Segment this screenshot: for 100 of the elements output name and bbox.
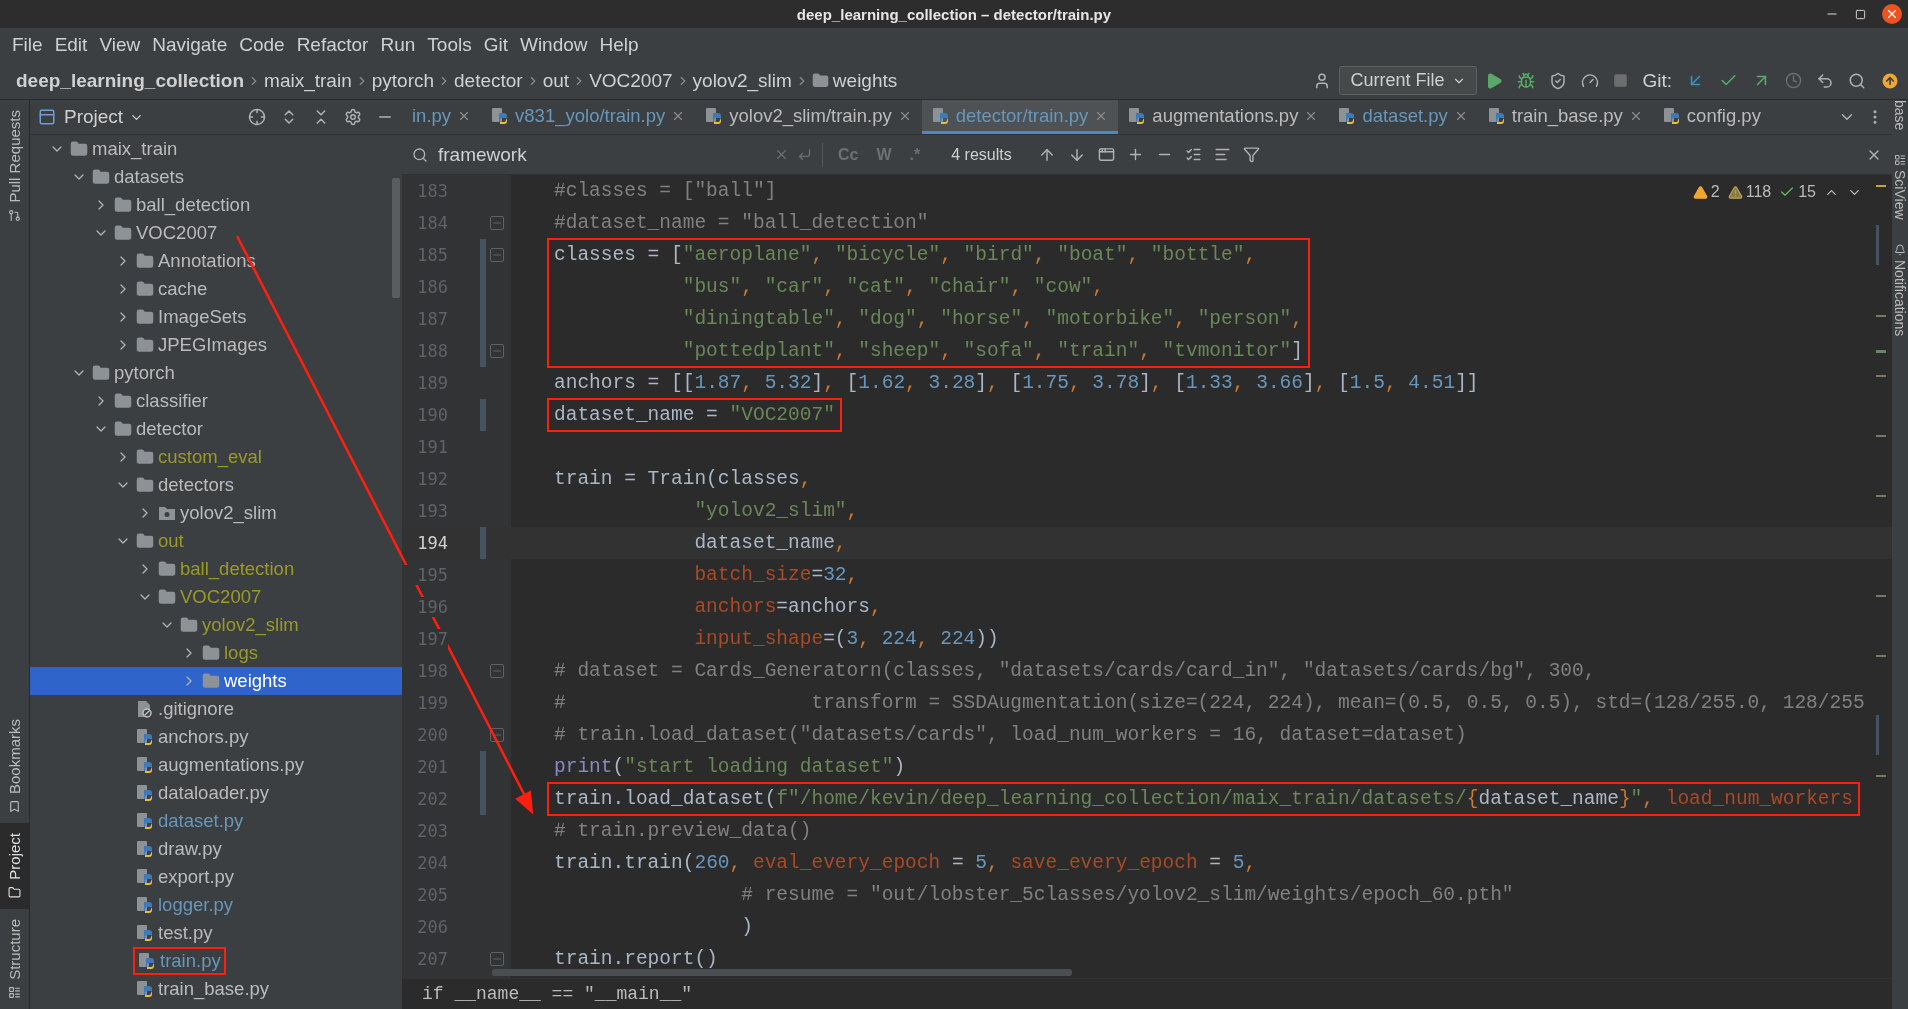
tool-window-tab[interactable]: Structure	[0, 909, 29, 1009]
tool-window-tab[interactable]: Bookmarks	[0, 709, 29, 824]
scrollbar-thumb[interactable]	[492, 969, 1072, 976]
change-marker[interactable]	[480, 527, 486, 559]
tree-item[interactable]: ImageSets	[30, 303, 402, 331]
close-icon	[1885, 7, 1899, 21]
scrollbar-thumb[interactable]	[392, 178, 400, 298]
run-config-dropdown[interactable]: Current File	[1339, 66, 1478, 95]
menu-item[interactable]: Run	[374, 34, 422, 56]
change-marker[interactable]	[480, 239, 486, 271]
close-button[interactable]	[1882, 4, 1902, 24]
editor-tab[interactable]: train_base.py	[1477, 100, 1653, 134]
tree-item[interactable]: detector	[30, 415, 402, 443]
tree-item[interactable]: weights	[30, 667, 402, 695]
breadcrumb-item[interactable]: pytorch	[371, 69, 435, 92]
coverage-icon[interactable]	[1549, 71, 1568, 90]
rollback-icon[interactable]	[1816, 71, 1834, 90]
maximize-icon[interactable]	[1855, 8, 1866, 20]
folder-icon	[92, 364, 110, 382]
change-marker[interactable]	[480, 335, 486, 367]
tree-item[interactable]: yolov2_slim	[30, 611, 402, 639]
tree-item[interactable]: train_base.py	[30, 975, 402, 1003]
search-icon[interactable]	[1848, 71, 1866, 90]
annotation-box: train.py	[136, 950, 223, 972]
menu-item[interactable]: Tools	[421, 34, 478, 56]
menu-item[interactable]: Refactor	[290, 34, 375, 56]
tree-item[interactable]: maix_train	[30, 135, 402, 163]
editor-tab[interactable]: dataset.py	[1328, 100, 1478, 134]
tree-item[interactable]: cache	[30, 275, 402, 303]
breadcrumb-item[interactable]: maix_train	[264, 69, 352, 92]
breadcrumb-item[interactable]: yolov2_slim	[692, 69, 792, 92]
tree-item[interactable]: dataloader.py	[30, 779, 402, 807]
inspection-widget[interactable]: 2 118 15	[1692, 183, 1862, 201]
change-marker[interactable]	[480, 751, 486, 783]
editor-tab[interactable]: yolov2_slim/train.py	[695, 100, 922, 134]
project-view-dropdown[interactable]: Project	[64, 106, 145, 128]
breadcrumb-item[interactable]: weights	[832, 69, 898, 92]
breadcrumb-item[interactable]: VOC2007	[589, 69, 673, 92]
tree-item[interactable]: draw.py	[30, 835, 402, 863]
editor-tab[interactable]: in.py	[402, 100, 482, 134]
breadcrumb-item[interactable]: out	[542, 69, 570, 92]
menu-item[interactable]: Window	[513, 34, 594, 56]
fold-icon[interactable]	[490, 728, 504, 742]
filter-icon[interactable]	[1242, 146, 1260, 163]
python-file-icon	[136, 784, 154, 802]
breadcrumb-item[interactable]: detector	[454, 69, 523, 92]
locate-icon[interactable]	[248, 108, 266, 126]
tree-item[interactable]: classifier	[30, 387, 402, 415]
menu-item[interactable]: Navigate	[146, 34, 234, 56]
tool-window-tab[interactable]: SciView	[1892, 154, 1908, 220]
tree-item[interactable]: VOC2007	[30, 583, 402, 611]
tree-item[interactable]: .gitignore	[30, 695, 402, 723]
editor-tab[interactable]: augmentations.py	[1118, 100, 1329, 134]
editor-tab[interactable]: config.py	[1652, 100, 1771, 134]
folder-icon	[136, 532, 154, 550]
menu-item[interactable]: File	[6, 34, 49, 56]
search-field[interactable]: framework	[436, 142, 766, 167]
tree-item[interactable]: JPEGImages	[30, 331, 402, 359]
tree-item[interactable]: export.py	[30, 863, 402, 891]
tree-item[interactable]: out	[30, 527, 402, 555]
change-marker[interactable]	[480, 399, 486, 431]
settings-icon[interactable]	[344, 108, 362, 126]
upgrade-icon[interactable]	[1880, 70, 1900, 91]
align-icon[interactable]	[1213, 146, 1231, 163]
tree-item[interactable]: pytorch	[30, 359, 402, 387]
tree-item[interactable]: logs	[30, 639, 402, 667]
tool-window-tab[interactable]: Notifications	[1892, 243, 1908, 337]
tree-item[interactable]: datasets	[30, 163, 402, 191]
tree-item[interactable]: test.py	[30, 919, 402, 947]
tool-window-tab[interactable]: Project	[0, 823, 29, 910]
code-line: # transform = SSDAugmentation(size=(224, 224), mean=(0.5, 0.5, 0.5), std=(128/255.0, 128/255	[554, 691, 1865, 716]
tree-item[interactable]: dataset.py	[30, 807, 402, 835]
run-icon[interactable]	[1485, 71, 1504, 90]
menu-item[interactable]: Code	[233, 34, 291, 56]
tree-item[interactable]: anchors.py	[30, 723, 402, 751]
menu-item[interactable]: View	[93, 34, 147, 56]
debug-icon[interactable]	[1517, 71, 1536, 90]
tree-item[interactable]: augmentations.py	[30, 751, 402, 779]
menu-item[interactable]: Edit	[48, 34, 94, 56]
folder-icon	[158, 588, 176, 606]
profile-icon[interactable]	[1581, 71, 1600, 90]
select-all-icon[interactable]	[1184, 146, 1202, 163]
tree-item[interactable]: yolov2_slim	[30, 499, 402, 527]
change-marker[interactable]	[480, 783, 486, 815]
menu-item[interactable]: Git	[477, 34, 514, 56]
panel-icon	[38, 108, 56, 126]
tree-item[interactable]: detectors	[30, 471, 402, 499]
code-breadcrumb[interactable]: if __name__ == "__main__"	[422, 984, 693, 1004]
open-in-window-icon[interactable]	[1097, 146, 1115, 163]
tree-item[interactable]: logger.py	[30, 891, 402, 919]
tree-item[interactable]: ball_detection	[30, 555, 402, 583]
tree-item[interactable]: custom_eval	[30, 443, 402, 471]
breadcrumb-item[interactable]: deep_learning_collection	[16, 69, 245, 92]
tree-item[interactable]: VOC2007	[30, 219, 402, 247]
tool-window-tab[interactable]: Pull Requests	[0, 100, 29, 232]
menu-item[interactable]: Help	[593, 34, 645, 56]
tree-item[interactable]: ball_detection	[30, 191, 402, 219]
tool-window-tab[interactable]: base	[1892, 100, 1908, 131]
editor-tab[interactable]: v831_yolo/train.py	[481, 100, 696, 134]
tree-item[interactable]: train.py	[30, 947, 402, 975]
